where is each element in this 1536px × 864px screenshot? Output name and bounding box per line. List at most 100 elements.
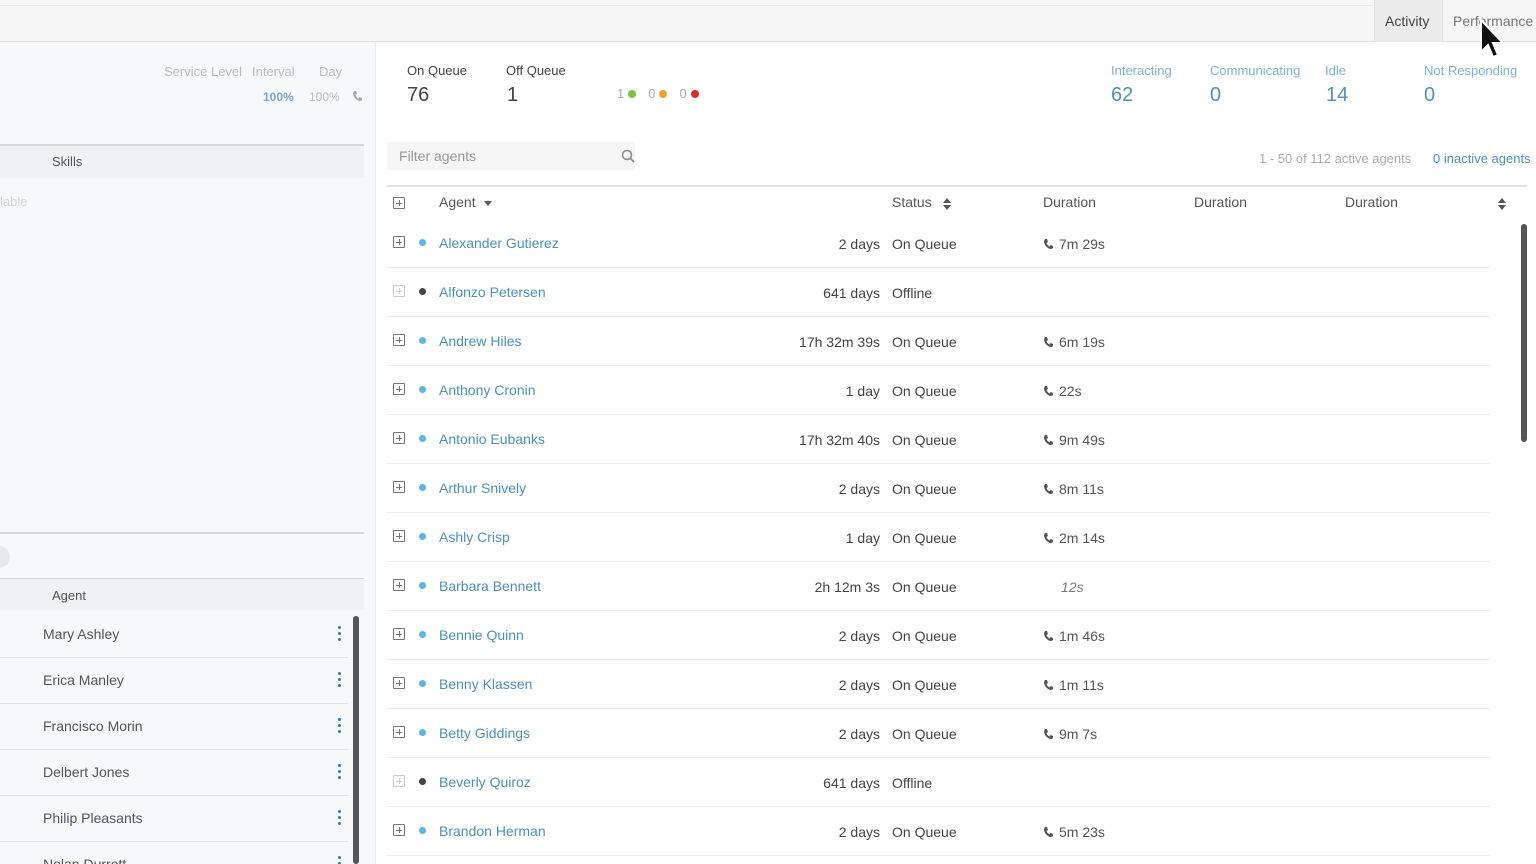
- left-agent-name: Erica Manley: [43, 672, 124, 688]
- table-row[interactable]: Antonio Eubanks 17h 32m 40s On Queue 9m 49s: [387, 415, 1491, 464]
- more-options-icon[interactable]: [337, 856, 343, 864]
- agent-name-link[interactable]: Alfonzo Petersen: [439, 284, 546, 300]
- agent-column-header[interactable]: Agent: [439, 194, 492, 210]
- agent-section-header: Agent: [0, 578, 364, 610]
- more-options-icon[interactable]: [337, 718, 343, 736]
- agent-name-link[interactable]: Barbara Bennett: [439, 578, 541, 594]
- duration-column-header-3[interactable]: Duration: [1345, 194, 1398, 210]
- agent-status: On Queue: [892, 383, 957, 399]
- sort-icon-2[interactable]: [1498, 198, 1506, 210]
- expand-row-icon[interactable]: [393, 530, 405, 542]
- agent-status: On Queue: [892, 628, 957, 644]
- section-divider: [0, 532, 364, 534]
- phone-icon: [1044, 631, 1053, 641]
- presence-dot-icon: [419, 337, 426, 344]
- table-row[interactable]: Andrew Hiles 17h 32m 39s On Queue 6m 19s: [387, 317, 1491, 366]
- expand-row-icon[interactable]: [393, 236, 405, 248]
- table-row[interactable]: Alfonzo Petersen 641 days Offline: [387, 268, 1491, 317]
- left-agent-item[interactable]: Francisco Morin: [0, 704, 348, 750]
- left-agent-item[interactable]: Nolan Durrett: [0, 842, 348, 864]
- expand-row-icon[interactable]: [393, 824, 405, 836]
- expand-row-icon[interactable]: [393, 334, 405, 346]
- status-column-header[interactable]: Status: [892, 194, 932, 210]
- expand-row-icon[interactable]: [393, 677, 405, 689]
- expand-row-icon[interactable]: [393, 628, 405, 640]
- red-dot-icon: [690, 89, 699, 98]
- interaction-duration-text: 1m 46s: [1059, 628, 1105, 644]
- interaction-duration: 9m 7s: [1043, 726, 1097, 742]
- agent-name-link[interactable]: Benny Klassen: [439, 676, 532, 692]
- expand-row-icon[interactable]: [393, 285, 405, 297]
- expand-row-icon[interactable]: [393, 775, 405, 787]
- collapse-button[interactable]: [0, 546, 10, 568]
- sort-icon[interactable]: [943, 198, 951, 210]
- filter-agents-input[interactable]: [387, 142, 607, 170]
- agent-name-link[interactable]: Brandon Herman: [439, 823, 546, 839]
- duration-column-header[interactable]: Duration: [1043, 194, 1096, 210]
- agent-name-link[interactable]: Alexander Gutierez: [439, 235, 559, 251]
- expand-row-icon[interactable]: [393, 579, 405, 591]
- agent-name-link[interactable]: Betty Giddings: [439, 725, 530, 741]
- presence-dot-icon: [419, 827, 426, 834]
- search-icon[interactable]: [621, 149, 635, 163]
- status-duration: 641 days: [823, 775, 880, 791]
- expand-row-icon[interactable]: [393, 432, 405, 444]
- duration-column-header-2[interactable]: Duration: [1194, 194, 1247, 210]
- agent-name-link[interactable]: Anthony Cronin: [439, 382, 536, 398]
- status-duration: 2 days: [838, 677, 880, 693]
- table-row[interactable]: Beverly Quiroz 641 days Offline: [387, 758, 1491, 807]
- phone-icon: [1044, 484, 1053, 494]
- more-options-icon[interactable]: [337, 672, 343, 690]
- left-agent-item[interactable]: Delbert Jones: [0, 750, 348, 796]
- left-agent-name: Delbert Jones: [43, 764, 130, 780]
- agent-name-link[interactable]: Beverly Quiroz: [439, 774, 531, 790]
- left-agent-item[interactable]: Mary Ashley: [0, 612, 348, 658]
- interaction-duration: 8m 11s: [1043, 481, 1104, 497]
- agent-name-link[interactable]: Arthur Snively: [439, 480, 526, 496]
- table-scrollbar[interactable]: [1521, 224, 1527, 442]
- faint-text: lable: [0, 194, 28, 209]
- phone-icon: [1044, 827, 1053, 837]
- table-row[interactable]: Betty Giddings 2 days On Queue 9m 7s: [387, 709, 1491, 758]
- interaction-duration-text: 12s: [1061, 579, 1084, 595]
- agent-name-link[interactable]: Bennie Quinn: [439, 627, 524, 643]
- more-options-icon[interactable]: [337, 810, 343, 828]
- table-row[interactable]: Bennie Quinn 2 days On Queue 1m 46s: [387, 611, 1491, 660]
- interaction-duration: 1m 11s: [1043, 677, 1104, 693]
- expand-row-icon[interactable]: [393, 481, 405, 493]
- left-scrollbar[interactable]: [353, 616, 359, 864]
- phone-icon: [1044, 239, 1053, 249]
- agent-status: On Queue: [892, 579, 957, 595]
- more-options-icon[interactable]: [337, 626, 343, 644]
- table-row[interactable]: Brandon Herman 2 days On Queue 5m 23s: [387, 807, 1491, 856]
- presence-dot-icon: [419, 631, 426, 638]
- inactive-agents-link[interactable]: 0 inactive agents: [1433, 151, 1531, 166]
- left-agent-item[interactable]: Erica Manley: [0, 658, 348, 704]
- agent-name-link[interactable]: Andrew Hiles: [439, 333, 521, 349]
- presence-dot-icon: [419, 435, 426, 442]
- more-options-icon[interactable]: [337, 764, 343, 782]
- table-row[interactable]: Arthur Snively 2 days On Queue 8m 11s: [387, 464, 1491, 513]
- table-row[interactable]: Benny Klassen 2 days On Queue 1m 11s: [387, 660, 1491, 709]
- expand-all-icon[interactable]: [393, 197, 405, 209]
- expand-row-icon[interactable]: [393, 726, 405, 738]
- interaction-duration: 2m 14s: [1043, 530, 1105, 546]
- interaction-duration-text: 1m 11s: [1059, 677, 1104, 693]
- table-row[interactable]: Anthony Cronin 1 day On Queue 22s: [387, 366, 1491, 415]
- tab-activity[interactable]: Activity: [1374, 0, 1443, 42]
- idle-label: Idle: [1325, 63, 1346, 78]
- table-row[interactable]: Ashly Crisp 1 day On Queue 2m 14s: [387, 513, 1491, 562]
- day-value: 100%: [309, 90, 340, 104]
- left-agent-item[interactable]: Philip Pleasants: [0, 796, 348, 842]
- table-row[interactable]: Alexander Gutierez 2 days On Queue 7m 29s: [387, 219, 1491, 268]
- expand-row-icon[interactable]: [393, 383, 405, 395]
- table-row[interactable]: Barbara Bennett 2h 12m 3s On Queue 12s: [387, 562, 1491, 611]
- agent-name-link[interactable]: Antonio Eubanks: [439, 431, 545, 447]
- agent-status: On Queue: [892, 677, 957, 693]
- left-agent-name: Mary Ashley: [43, 626, 120, 642]
- left-agent-name: Philip Pleasants: [43, 810, 143, 826]
- agent-name-link[interactable]: Ashly Crisp: [439, 529, 510, 545]
- phone-icon: [1044, 435, 1053, 445]
- interaction-duration: 12s: [1043, 579, 1084, 595]
- presence-dot-icon: [419, 533, 426, 540]
